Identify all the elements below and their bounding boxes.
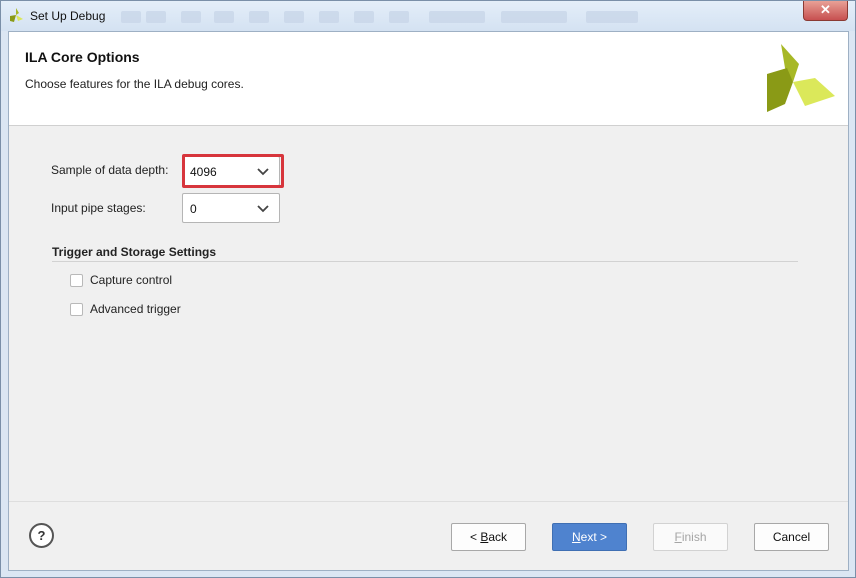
background-toolbar-ghost	[214, 11, 234, 23]
sample-depth-label: Sample of data depth:	[51, 163, 169, 177]
dialog-body: ILA Core Options Choose features for the…	[8, 31, 849, 571]
next-button-mnemonic: N	[571, 530, 581, 544]
footer-divider	[9, 501, 848, 502]
back-button-rest: ack	[488, 530, 508, 544]
finish-button-mnemonic: F	[674, 530, 682, 544]
next-button-rest: ext >	[580, 530, 608, 544]
pipe-stages-dropdown[interactable]: 0	[182, 193, 280, 223]
background-toolbar-ghost	[586, 11, 638, 23]
help-button[interactable]: ?	[29, 523, 54, 548]
pipe-stages-label: Input pipe stages:	[51, 201, 146, 215]
next-button[interactable]: Next >	[552, 523, 627, 551]
background-toolbar-ghost	[121, 11, 141, 23]
window-title: Set Up Debug	[30, 9, 106, 23]
background-toolbar-ghost	[249, 11, 269, 23]
sample-depth-dropdown[interactable]: 4096	[182, 156, 280, 186]
chevron-down-icon	[257, 168, 269, 176]
page-subtitle: Choose features for the ILA debug cores.	[25, 77, 244, 91]
cancel-button[interactable]: Cancel	[754, 523, 829, 551]
sample-depth-value: 4096	[190, 165, 217, 179]
background-toolbar-ghost	[146, 11, 166, 23]
background-toolbar-ghost	[429, 11, 485, 23]
back-button-prefix: <	[469, 530, 481, 544]
background-toolbar-ghost	[319, 11, 339, 23]
background-toolbar-ghost	[284, 11, 304, 23]
setup-debug-window: Set Up Debug ✕ ILA Core Options Choose f…	[0, 0, 856, 578]
vivado-logo-icon	[10, 8, 23, 22]
finish-button: Finish	[653, 523, 728, 551]
chevron-down-icon	[257, 205, 269, 213]
title-bar[interactable]: Set Up Debug ✕	[1, 1, 855, 31]
background-toolbar-ghost	[181, 11, 201, 23]
advanced-trigger-label: Advanced trigger	[90, 302, 181, 316]
close-button[interactable]: ✕	[803, 1, 848, 21]
pipe-stages-value: 0	[190, 202, 197, 216]
background-toolbar-ghost	[501, 11, 567, 23]
finish-button-rest: inish	[681, 530, 707, 544]
xilinx-logo-icon	[767, 44, 835, 112]
dialog-header: ILA Core Options Choose features for the…	[9, 32, 848, 126]
back-button[interactable]: < Back	[451, 523, 526, 551]
background-toolbar-ghost	[389, 11, 409, 23]
capture-control-label: Capture control	[90, 273, 173, 287]
trigger-section-title: Trigger and Storage Settings	[52, 245, 217, 259]
advanced-trigger-checkbox[interactable]	[70, 303, 83, 316]
background-toolbar-ghost	[354, 11, 374, 23]
capture-control-checkbox[interactable]	[70, 274, 83, 287]
page-title: ILA Core Options	[25, 49, 140, 65]
section-divider	[52, 261, 798, 262]
